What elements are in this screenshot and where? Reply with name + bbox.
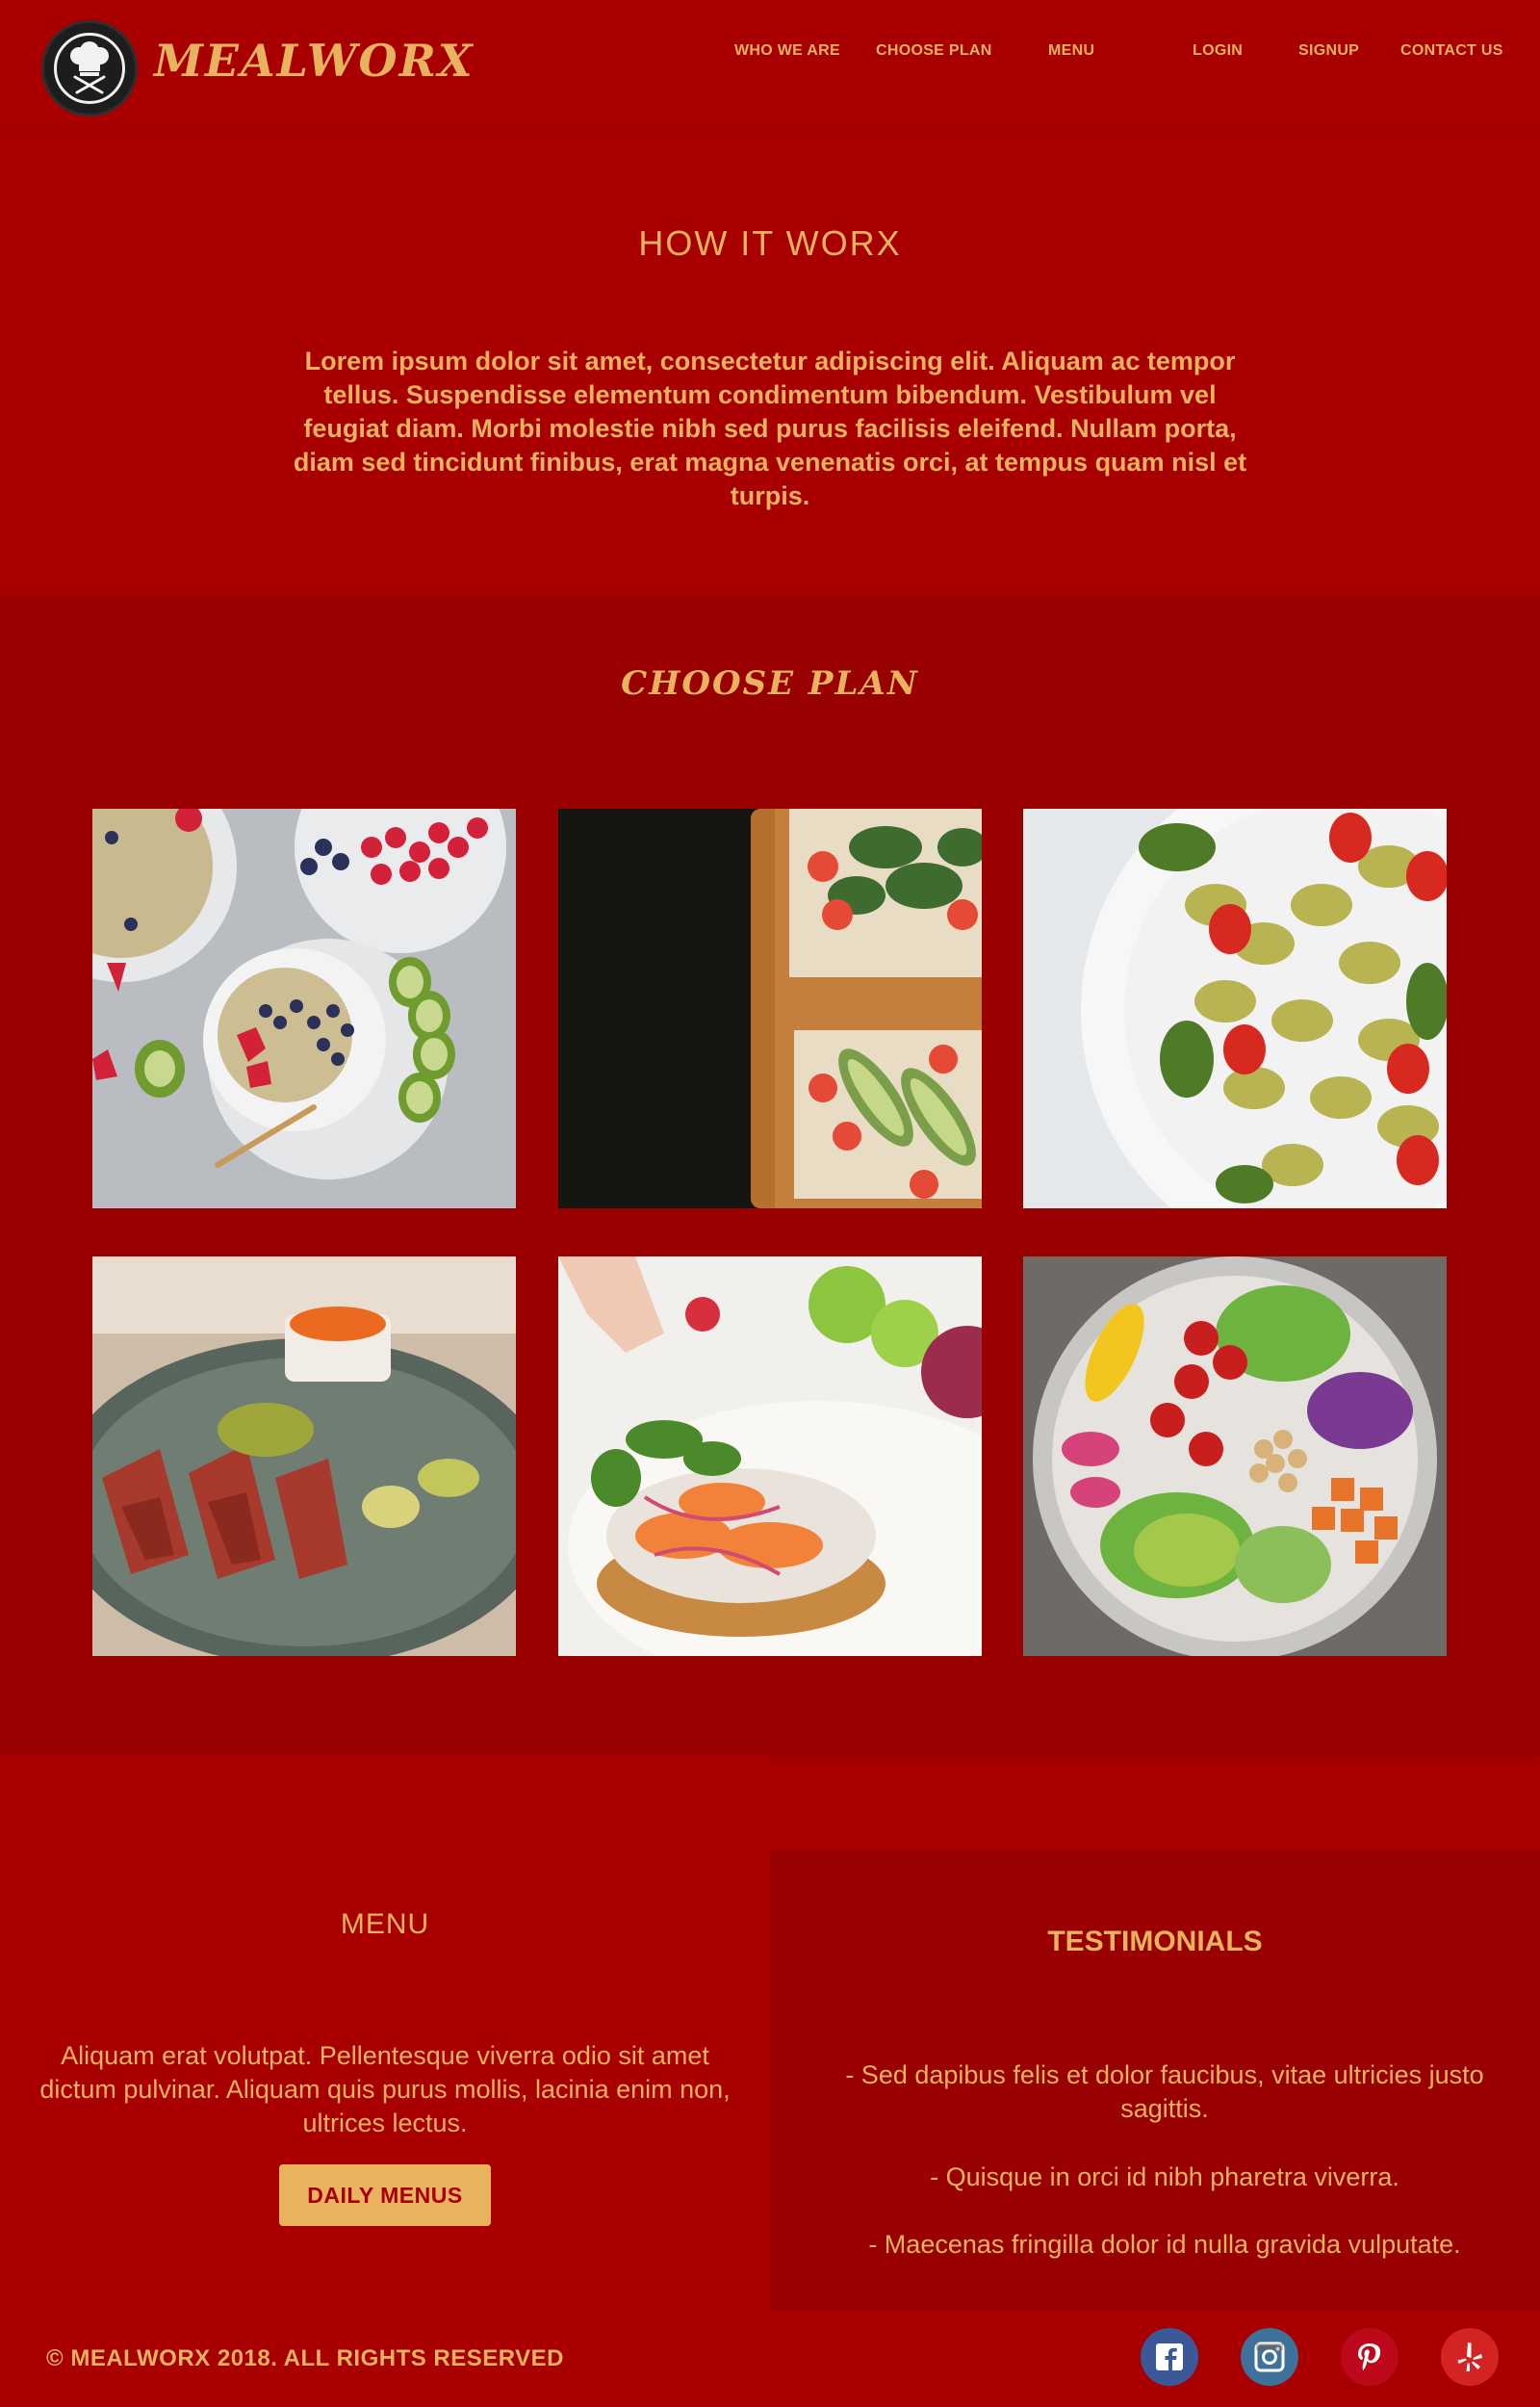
site-header: MEALWORX WHO WE ARE CHOOSE PLAN MENU LOG… <box>0 0 1540 135</box>
facebook-icon[interactable] <box>1141 2328 1198 2386</box>
testimonials-section: TESTIMONIALS - Sed dapibus felis et dolo… <box>770 1851 1540 2311</box>
yelp-icon[interactable] <box>1441 2328 1499 2386</box>
salmon-tostada-photo[interactable] <box>558 1256 982 1656</box>
testimonial-quote: - Quisque in orci id nibh pharetra viver… <box>930 2162 1399 2191</box>
seared-tuna-photo[interactable] <box>92 1256 516 1656</box>
nav-login[interactable]: LOGIN <box>1193 42 1243 60</box>
testimonial-quote: - Sed dapibus felis et dolor faucibus, v… <box>845 2060 1484 2123</box>
pinterest-icon[interactable] <box>1341 2328 1399 2386</box>
menu-section: MENU Aliquam erat volutpat. Pellentesque… <box>0 1754 770 2311</box>
how-it-works-body: Lorem ipsum dolor sit amet, consectetur … <box>293 347 1247 510</box>
testimonial-quote: - Maecenas fringilla dolor id nulla grav… <box>868 2230 1461 2259</box>
main-nav: WHO WE ARE CHOOSE PLAN MENU LOGIN SIGNUP… <box>0 42 1540 65</box>
how-it-works-section: HOW IT WORX Lorem ipsum dolor sit amet, … <box>0 135 1540 597</box>
instagram-icon[interactable] <box>1241 2328 1298 2386</box>
choose-plan-title: CHOOSE PLAN <box>621 664 919 703</box>
daily-menus-button[interactable]: DAILY MENUS <box>279 2164 491 2226</box>
pasta-salad-photo[interactable] <box>1023 809 1447 1208</box>
how-it-works-title: HOW IT WORX <box>638 223 902 263</box>
nav-signup[interactable]: SIGNUP <box>1298 42 1359 60</box>
choose-plan-section: CHOOSE PLAN <box>0 599 1540 1754</box>
menu-body: Aliquam erat volutpat. Pellentesque vive… <box>39 2041 731 2137</box>
site-footer: © MEALWORX 2018. ALL RIGHTS RESERVED <box>0 2311 1540 2407</box>
buddha-bowl-photo[interactable] <box>1023 1256 1447 1656</box>
nav-menu[interactable]: MENU <box>1048 42 1094 60</box>
chef-hat-logo-icon[interactable] <box>41 20 138 116</box>
menu-title: MENU <box>340 1908 430 1940</box>
nav-choose-plan[interactable]: CHOOSE PLAN <box>876 42 992 60</box>
nav-contact-us[interactable]: CONTACT US <box>1400 42 1503 60</box>
testimonials-title: TESTIMONIALS <box>1047 1926 1263 1957</box>
oatmeal-berries-photo[interactable] <box>92 809 516 1208</box>
copyright-text: © MEALWORX 2018. ALL RIGHTS RESERVED <box>46 2345 565 2371</box>
nav-who-we-are[interactable]: WHO WE ARE <box>734 42 840 60</box>
avocado-toast-photo[interactable] <box>558 809 982 1208</box>
